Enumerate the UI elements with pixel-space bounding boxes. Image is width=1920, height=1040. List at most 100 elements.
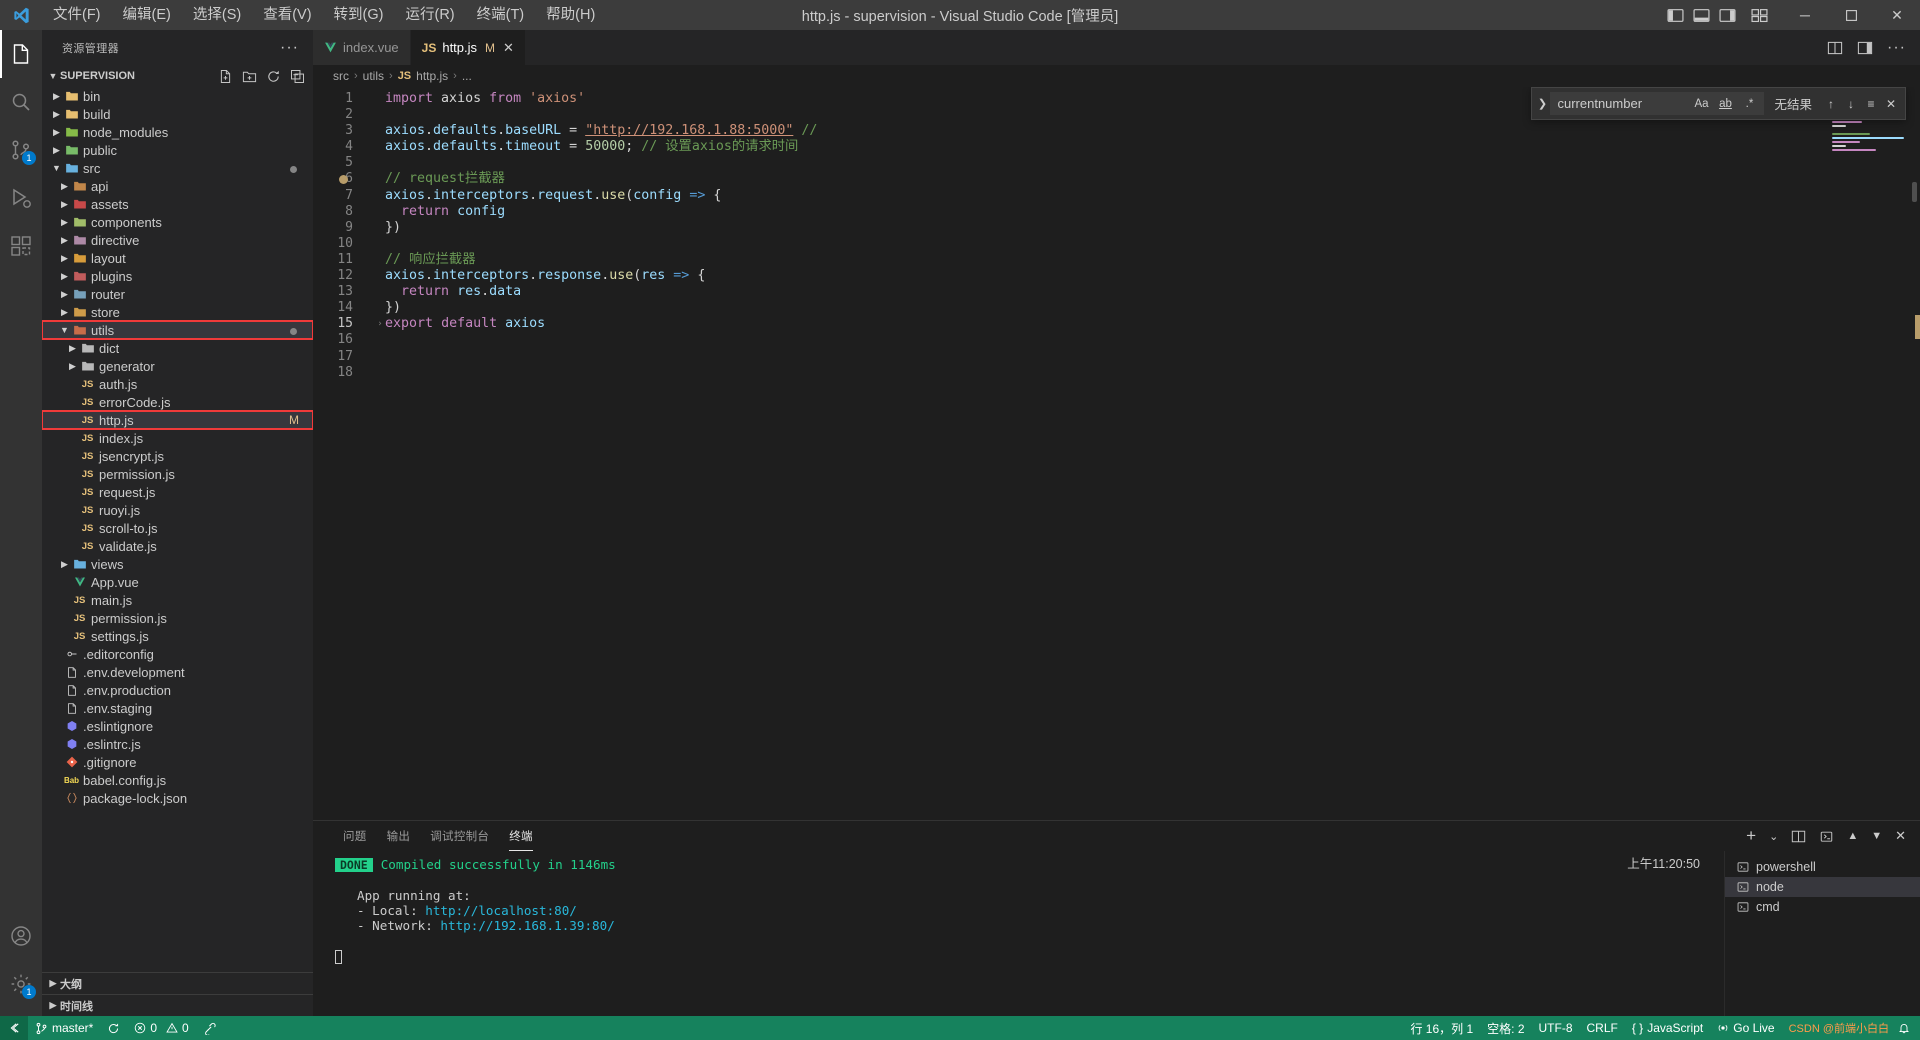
menu-view[interactable]: 查看(V) xyxy=(252,0,322,30)
status-branch[interactable]: master* xyxy=(28,1016,100,1040)
tree-folder-assets[interactable]: ▶ assets xyxy=(42,195,313,213)
explorer-more-icon[interactable]: ··· xyxy=(280,39,305,57)
terminal-item-cmd[interactable]: cmd xyxy=(1725,897,1920,917)
tree-file-main-js[interactable]: JS main.js xyxy=(42,591,313,609)
panel-tab-terminal[interactable]: 终端 xyxy=(499,821,543,851)
use-regex-icon[interactable]: .* xyxy=(1739,94,1759,114)
terminal-output[interactable]: DONE Compiled successfully in 1146ms App … xyxy=(313,851,1724,1016)
tree-file-scroll-to-js[interactable]: JS scroll-to.js xyxy=(42,519,313,537)
tree-folder-src[interactable]: ▼ src xyxy=(42,159,313,177)
status-indentation[interactable]: 空格: 2 xyxy=(1480,1016,1531,1040)
code-content[interactable]: 1 import axios from 'axios' 2 3 axios.defau… xyxy=(313,87,1920,381)
customize-layout-icon[interactable] xyxy=(1751,7,1768,24)
code-editor[interactable]: 1 import axios from 'axios' 2 3 axios.defau… xyxy=(313,87,1920,820)
minimize-panel-icon[interactable]: ▼ xyxy=(1871,830,1882,842)
panel-tab-debug-console[interactable]: 调试控制台 xyxy=(420,821,499,851)
collapse-all-icon[interactable] xyxy=(290,69,305,84)
breadcrumb-utils[interactable]: utils xyxy=(363,69,384,83)
toggle-panel-icon[interactable] xyxy=(1693,7,1710,24)
split-terminal-icon[interactable] xyxy=(1791,829,1806,844)
activity-explorer[interactable] xyxy=(0,30,42,78)
menu-go[interactable]: 转到(G) xyxy=(323,0,395,30)
tree-folder-public[interactable]: ▶ public xyxy=(42,141,313,159)
tree-file--env-staging[interactable]: .env.staging xyxy=(42,699,313,717)
maximize-button[interactable] xyxy=(1828,0,1874,30)
tree-file-babel-config-js[interactable]: Bab babel.config.js xyxy=(42,771,313,789)
tree-folder-build[interactable]: ▶ build xyxy=(42,105,313,123)
split-editor-icon[interactable] xyxy=(1827,40,1843,56)
tree-file--eslintignore[interactable]: .eslintignore xyxy=(42,717,313,735)
code-line[interactable]: 5 xyxy=(313,155,1920,171)
find-in-selection-icon[interactable]: ≡ xyxy=(1861,94,1881,114)
status-notifications[interactable]: CSDN @前端小白白 xyxy=(1782,1016,1920,1040)
minimize-button[interactable]: ─ xyxy=(1782,0,1828,30)
find-input[interactable]: currentnumber Aa ab .* xyxy=(1550,92,1765,115)
tree-file--gitignore[interactable]: .gitignore xyxy=(42,753,313,771)
outline-section[interactable]: ▶ 大纲 xyxy=(42,972,313,994)
find-next-icon[interactable]: ↓ xyxy=(1841,94,1861,114)
status-cursor-position[interactable]: 行 16，列 1 xyxy=(1403,1016,1480,1040)
menu-help[interactable]: 帮助(H) xyxy=(535,0,606,30)
status-encoding[interactable]: UTF-8 xyxy=(1532,1016,1580,1040)
new-file-icon[interactable] xyxy=(218,69,233,84)
tree-file-package-lock-json[interactable]: package-lock.json xyxy=(42,789,313,807)
refresh-explorer-icon[interactable] xyxy=(266,69,281,84)
menu-terminal[interactable]: 终端(T) xyxy=(466,0,536,30)
tree-file-index-js[interactable]: JS index.js xyxy=(42,429,313,447)
tree-file-errorcode-js[interactable]: JS errorCode.js xyxy=(42,393,313,411)
breadcrumb-symbols[interactable]: ... xyxy=(462,69,472,83)
status-eol[interactable]: CRLF xyxy=(1580,1016,1625,1040)
minimap-slider[interactable] xyxy=(1912,182,1917,202)
match-case-icon[interactable]: Aa xyxy=(1691,94,1711,114)
tab-http-js[interactable]: JS http.js M ✕ xyxy=(410,30,526,65)
breadcrumb-src[interactable]: src xyxy=(333,69,349,83)
code-line[interactable]: 8 return config xyxy=(313,204,1920,220)
code-line[interactable]: 7 axios.interceptors.request.use(config =… xyxy=(313,188,1920,204)
status-problems[interactable]: 0 0 xyxy=(127,1016,195,1040)
tab-index-vue[interactable]: index.vue xyxy=(313,30,411,65)
tree-file-app-vue[interactable]: App.vue xyxy=(42,573,313,591)
tree-file-jsencrypt-js[interactable]: JS jsencrypt.js xyxy=(42,447,313,465)
menu-selection[interactable]: 选择(S) xyxy=(182,0,252,30)
code-line[interactable]: 11 // 响应拦截器 xyxy=(313,252,1920,268)
code-line[interactable]: 18 xyxy=(313,365,1920,381)
timeline-section[interactable]: ▶ 时间线 xyxy=(42,994,313,1016)
tree-file-permission-js[interactable]: JS permission.js xyxy=(42,465,313,483)
tree-folder-node-modules[interactable]: ▶ node_modules xyxy=(42,123,313,141)
menu-edit[interactable]: 编辑(E) xyxy=(112,0,182,30)
breadcrumb-file[interactable]: http.js xyxy=(416,69,448,83)
tree-file-permission-js[interactable]: JS permission.js xyxy=(42,609,313,627)
tree-folder-store[interactable]: ▶ store xyxy=(42,303,313,321)
terminal-list[interactable]: powershell node cmd xyxy=(1724,851,1920,1016)
activity-search[interactable] xyxy=(0,78,42,126)
status-sync[interactable] xyxy=(100,1016,127,1040)
network-url[interactable]: http://192.168.1.39:80/ xyxy=(440,918,614,933)
find-previous-icon[interactable]: ↑ xyxy=(1821,94,1841,114)
activity-account[interactable] xyxy=(0,912,42,960)
code-line[interactable]: 12 axios.interceptors.response.use(res =>… xyxy=(313,268,1920,284)
new-folder-icon[interactable] xyxy=(242,69,257,84)
code-line[interactable]: 10 xyxy=(313,236,1920,252)
tree-folder-generator[interactable]: ▶ generator xyxy=(42,357,313,375)
breadcrumb[interactable]: src › utils › JS http.js › ... xyxy=(313,65,1920,87)
editor-actions-icon[interactable] xyxy=(1857,40,1873,56)
code-line[interactable]: 3 axios.defaults.baseURL = "http://192.16… xyxy=(313,123,1920,139)
tree-folder-dict[interactable]: ▶ dict xyxy=(42,339,313,357)
file-tree[interactable]: ▶ bin ▶ build ▶ node_modules ▶ public ▼ src ▶ api ▶ a… xyxy=(42,87,313,972)
close-find-icon[interactable]: ✕ xyxy=(1881,94,1901,114)
breakpoint-icon[interactable] xyxy=(339,175,348,185)
toggle-primary-sidebar-icon[interactable] xyxy=(1667,7,1684,24)
status-go-live[interactable]: Go Live xyxy=(1710,1016,1781,1040)
panel-tab-output[interactable]: 输出 xyxy=(377,821,421,851)
tree-file--editorconfig[interactable]: .editorconfig xyxy=(42,645,313,663)
activity-settings[interactable]: 1 xyxy=(0,960,42,1008)
tree-file-settings-js[interactable]: JS settings.js xyxy=(42,627,313,645)
new-terminal-icon[interactable]: + xyxy=(1746,826,1756,846)
terminal-dropdown-icon[interactable]: ⌄ xyxy=(1769,830,1778,843)
menu-file[interactable]: 文件(F) xyxy=(42,0,112,30)
tab-close-icon[interactable]: ✕ xyxy=(503,40,514,56)
minimap[interactable] xyxy=(1824,87,1920,820)
code-line[interactable]: 13 return res.data xyxy=(313,284,1920,300)
panel-tab-problems[interactable]: 问题 xyxy=(333,821,377,851)
toggle-replace-icon[interactable]: ❯ xyxy=(1534,97,1550,110)
